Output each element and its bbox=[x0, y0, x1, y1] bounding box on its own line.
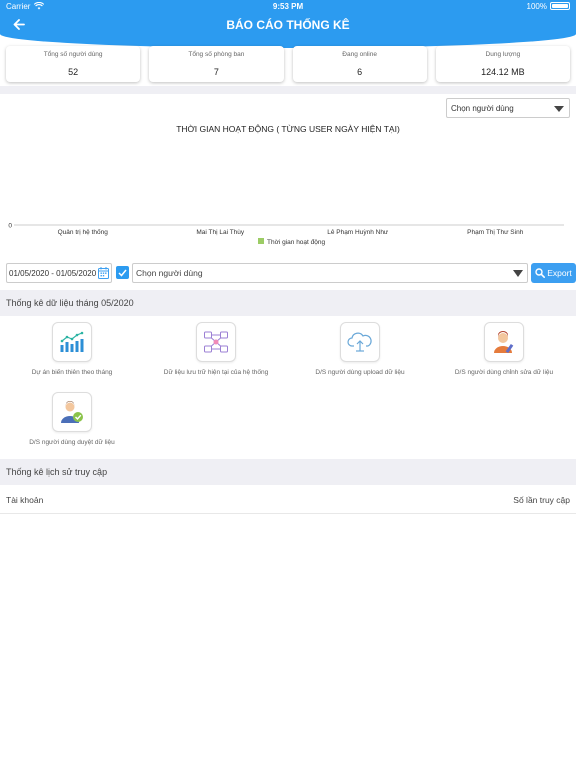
x-tick-label: Quản trị hệ thống bbox=[58, 227, 109, 236]
tile-icon-box bbox=[52, 322, 92, 362]
status-time: 9:53 PM bbox=[272, 1, 304, 11]
tile-icon-box bbox=[484, 322, 524, 362]
checkmark-icon bbox=[118, 269, 127, 277]
user-select[interactable]: Chọn người dùng bbox=[132, 263, 528, 283]
stat-value: 7 bbox=[213, 67, 219, 77]
cloud-upload-icon bbox=[347, 332, 372, 352]
chevron-down-icon bbox=[513, 270, 523, 277]
column-access-count: Số lần truy cập bbox=[513, 495, 570, 505]
stat-card-departments: Tổng số phòng ban 7 bbox=[149, 46, 284, 82]
legend-swatch bbox=[258, 238, 264, 244]
export-button[interactable]: Export bbox=[531, 263, 576, 283]
x-tick-label: Lê Phạm Huỳnh Như bbox=[327, 229, 389, 236]
bar-chart-icon bbox=[60, 331, 84, 352]
stat-label: Tổng số người dùng bbox=[43, 51, 103, 58]
history-section-title: Thống kê lịch sử truy cập bbox=[0, 459, 576, 485]
stat-label: Dung lượng bbox=[485, 51, 521, 58]
filter-row: 01/05/2020 - 01/05/2020 Chọn người dùng … bbox=[6, 263, 576, 283]
stat-label: Tổng số phòng ban bbox=[188, 51, 245, 58]
user-edit-icon bbox=[494, 331, 514, 354]
tile-icon-box bbox=[196, 322, 236, 362]
tile-label: D/S người dùng duyệt dữ liệu bbox=[29, 439, 115, 446]
calendar-icon bbox=[98, 267, 109, 279]
tile-label: D/S người dùng chỉnh sửa dữ liệu bbox=[454, 369, 554, 376]
user-approve-icon bbox=[61, 401, 83, 423]
stat-value: 6 bbox=[357, 67, 363, 77]
column-account: Tài khoản bbox=[6, 495, 44, 505]
export-label: Export bbox=[547, 268, 572, 278]
date-range-picker[interactable]: 01/05/2020 - 01/05/2020 bbox=[6, 263, 112, 283]
x-tick-label: Mai Thị Lai Thùy bbox=[196, 229, 245, 236]
monthly-section-title: Thống kê dữ liệu tháng 05/2020 bbox=[0, 290, 576, 316]
user-select-placeholder: Chọn người dùng bbox=[136, 268, 203, 278]
status-bar: Carrier 9:53 PM 100% bbox=[0, 0, 576, 12]
tile-upload-users[interactable]: D/S người dùng upload dữ liệu bbox=[288, 322, 432, 376]
y-tick-label: 0 bbox=[8, 223, 12, 230]
history-table-header: Tài khoản Số lần truy cập bbox=[0, 486, 576, 514]
page-title: BÁO CÁO THỐNG KÊ bbox=[226, 18, 350, 32]
tile-icon-box bbox=[340, 322, 380, 362]
chart-panel: Chọn người dùng THỜI GIAN HOẠT ĐỘNG ( TỪ… bbox=[0, 94, 576, 254]
date-range-value: 01/05/2020 - 01/05/2020 bbox=[9, 268, 97, 278]
stats-row: Tổng số người dùng 52 Tổng số phòng ban … bbox=[6, 46, 570, 82]
stat-value: 124.12 MB bbox=[481, 67, 525, 77]
filter-checkbox[interactable] bbox=[116, 266, 129, 279]
battery-icon bbox=[550, 2, 570, 10]
stat-card-storage: Dung lượng 124.12 MB bbox=[435, 46, 570, 82]
tile-label: D/S người dùng upload dữ liệu bbox=[315, 369, 405, 376]
tile-edit-users[interactable]: D/S người dùng chỉnh sửa dữ liệu bbox=[432, 322, 576, 376]
tile-icon-box bbox=[52, 392, 92, 432]
activity-chart: 0 Quản trị hệ thống Mai Thị Lai Thùy Lê Phạ… bbox=[8, 223, 564, 246]
stat-label: Đang online bbox=[342, 51, 377, 58]
section-divider bbox=[0, 86, 576, 94]
stat-card-users: Tổng số người dùng 52 bbox=[6, 46, 141, 82]
x-tick-label: Phạm Thị Thư Sinh bbox=[467, 229, 524, 236]
tile-label: Dự án biến thiên theo tháng bbox=[31, 369, 113, 376]
stat-value: 52 bbox=[68, 67, 79, 77]
network-icon bbox=[204, 331, 228, 353]
tile-project-trend[interactable]: Dự án biến thiên theo tháng bbox=[0, 322, 144, 376]
tile-storage[interactable]: Dữ liệu lưu trữ hiện tại của hệ thống bbox=[144, 322, 288, 376]
stat-card-online: Đang online 6 bbox=[292, 46, 427, 82]
tile-approve-users[interactable]: D/S người dùng duyệt dữ liệu bbox=[0, 392, 144, 446]
search-icon bbox=[535, 268, 546, 278]
tile-label: Dữ liệu lưu trữ hiện tại của hệ thống bbox=[163, 369, 269, 376]
legend-label: Thời gian hoạt động bbox=[267, 239, 325, 246]
